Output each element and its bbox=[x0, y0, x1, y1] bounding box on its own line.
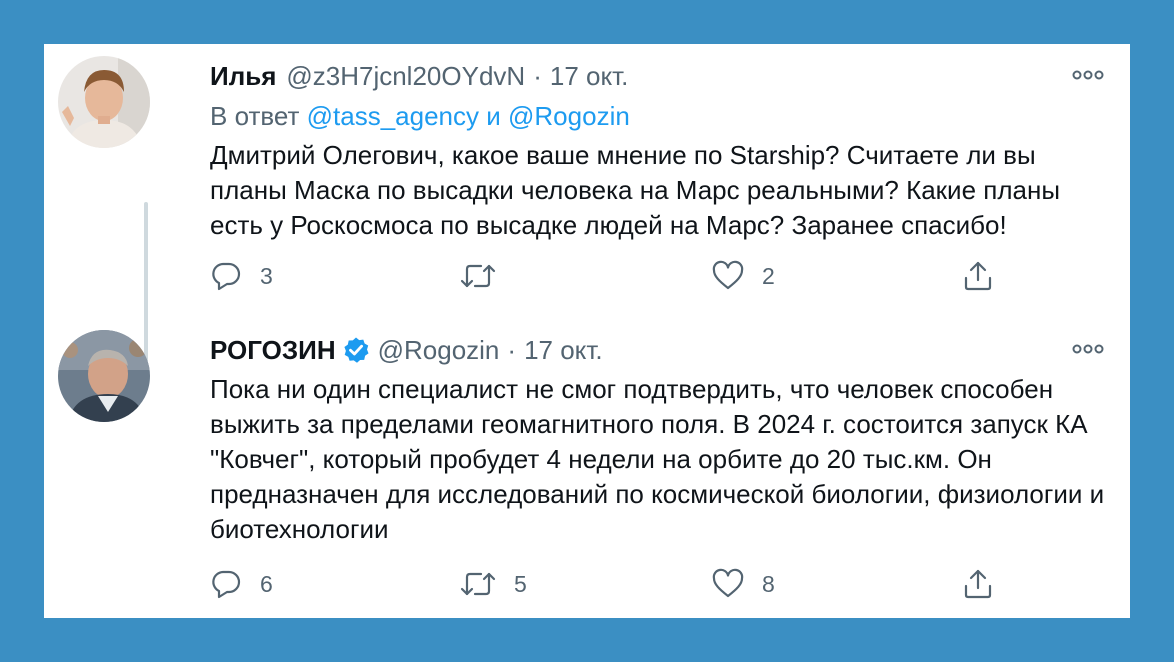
tweet-text: Дмитрий Олегович, какое ваше мнение по S… bbox=[210, 140, 1061, 240]
tweet-date[interactable]: 17 окт. bbox=[550, 60, 629, 92]
share-button[interactable] bbox=[962, 566, 994, 602]
retweet-button[interactable]: 5 bbox=[460, 566, 527, 602]
author-handle[interactable]: @z3H7jcnl20OYdvN bbox=[286, 60, 525, 92]
tweet-date[interactable]: 17 окт. bbox=[524, 334, 603, 366]
retweet-count: 5 bbox=[514, 570, 527, 597]
author-name[interactable]: Илья bbox=[210, 60, 276, 92]
like-count: 2 bbox=[762, 262, 775, 289]
reply-icon bbox=[212, 570, 241, 599]
share-icon bbox=[964, 261, 992, 291]
retweet-icon bbox=[460, 264, 496, 288]
tweet-text: Пока ни один специалист не смог подтверд… bbox=[210, 374, 1105, 544]
tweet-actions: 6 5 8 bbox=[210, 566, 1010, 602]
like-button[interactable]: 8 bbox=[712, 566, 775, 602]
reply-prefix: В ответ bbox=[210, 101, 300, 131]
share-icon bbox=[964, 569, 992, 599]
separator-dot: · bbox=[507, 335, 517, 365]
retweet-icon bbox=[460, 572, 496, 596]
author-handle[interactable]: @Rogozin bbox=[378, 334, 500, 366]
share-button[interactable] bbox=[962, 258, 994, 294]
avatar[interactable] bbox=[58, 330, 150, 422]
verified-badge-icon bbox=[342, 336, 370, 364]
avatar[interactable] bbox=[58, 56, 150, 148]
more-icon[interactable] bbox=[1072, 68, 1104, 82]
retweet-button[interactable] bbox=[460, 258, 514, 294]
reply-context: В ответ @tass_agency и @Rogozin bbox=[210, 100, 630, 132]
mention-link[interactable]: @Rogozin bbox=[508, 101, 630, 131]
reply-icon bbox=[212, 262, 241, 291]
thread-connector bbox=[144, 202, 148, 362]
mention-link[interactable]: @tass_agency bbox=[307, 101, 479, 131]
reply-and: и bbox=[486, 101, 501, 131]
reply-button[interactable]: 3 bbox=[210, 258, 273, 294]
reply-button[interactable]: 6 bbox=[210, 566, 273, 602]
like-button[interactable]: 2 bbox=[712, 258, 775, 294]
reply-count: 3 bbox=[260, 262, 273, 289]
like-count: 8 bbox=[762, 570, 775, 597]
heart-icon bbox=[712, 260, 744, 290]
reply-count: 6 bbox=[260, 570, 273, 597]
tweet-thread-card: Илья @z3H7jcnl20OYdvN · 17 окт. В ответ … bbox=[44, 44, 1130, 618]
tweet-actions: 3 2 bbox=[210, 258, 1010, 294]
more-icon[interactable] bbox=[1072, 342, 1104, 356]
tweet-header: Илья @z3H7jcnl20OYdvN · 17 окт. bbox=[210, 60, 628, 92]
heart-icon bbox=[712, 568, 744, 598]
author-name[interactable]: РОГОЗИН bbox=[210, 334, 336, 366]
separator-dot: · bbox=[533, 61, 542, 91]
tweet-header: РОГОЗИН @Rogozin · 17 окт. bbox=[210, 334, 603, 366]
